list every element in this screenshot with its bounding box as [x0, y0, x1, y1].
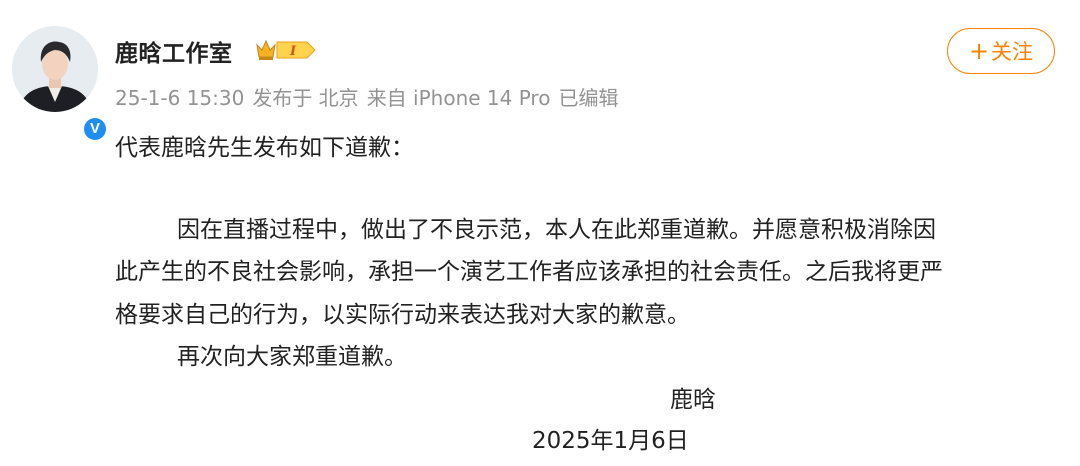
author-name[interactable]: 鹿晗工作室 [115, 34, 233, 68]
post-source[interactable]: 来自 iPhone 14 Pro [367, 86, 551, 110]
signature-date: 2025年1月6日 [532, 428, 689, 454]
svg-text:I: I [289, 44, 297, 59]
verified-badge-icon: V [82, 116, 108, 142]
post-text-line: 格要求自己的行为，以实际行动来表达我对大家的歉意。 [115, 302, 690, 328]
post-text-line: 此产生的不良社会影响，承担一个演艺工作者应该承担的社会责任。之后我将更严 [115, 259, 943, 285]
avatar-image[interactable] [12, 26, 98, 112]
follow-button[interactable]: + 关注 [947, 28, 1055, 74]
post-timestamp[interactable]: 25-1-6 15:30 [115, 86, 244, 110]
post-text-line: 因在直播过程中，做出了不良示范，本人在此郑重道歉。并愿意积极消除因 [177, 217, 936, 243]
post-text-line: 代表鹿晗先生发布如下道歉： [115, 135, 414, 161]
post-meta: 25-1-6 15:30 发布于 北京 来自 iPhone 14 Pro 已编辑 [115, 82, 626, 111]
signature: 鹿晗 [670, 387, 716, 413]
post-edited[interactable]: 已编辑 [558, 86, 618, 110]
member-level-badge-icon[interactable]: I [255, 37, 317, 63]
post-location: 发布于 北京 [252, 86, 359, 110]
plus-icon: + [968, 37, 990, 65]
post-text-line: 再次向大家郑重道歉。 [177, 344, 407, 370]
follow-label: 关注 [991, 40, 1034, 64]
avatar[interactable]: V [12, 26, 108, 142]
